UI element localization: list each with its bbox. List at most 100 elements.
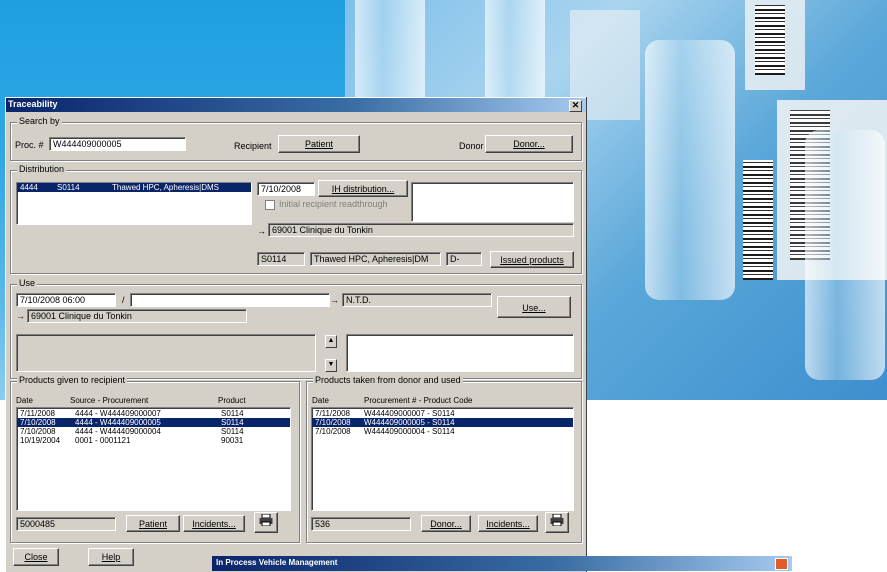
donor-search-button-label: Donor... — [513, 139, 545, 149]
use-legend: Use — [17, 278, 38, 288]
given-patient-button[interactable]: Patient — [126, 515, 180, 532]
use-comment-box — [16, 334, 316, 372]
ih-distribution-button[interactable]: IH distribution... — [318, 180, 408, 197]
taken-row-proc: W444409000005 - S0114 — [364, 418, 455, 427]
taken-row-date: 7/10/2008 — [315, 418, 351, 427]
given-count-field: 5000485 — [16, 517, 116, 531]
table-row[interactable]: 7/11/2008 4444 - W444409000007 S0114 — [17, 409, 290, 418]
table-row[interactable]: 7/10/2008 4444 - W444409000004 S0114 — [17, 427, 290, 436]
print-icon[interactable] — [545, 512, 569, 533]
use-arrow-icon: → — [330, 295, 339, 305]
help-button[interactable]: Help — [88, 548, 134, 566]
given-row-product: S0114 — [221, 427, 244, 436]
products-taken-list[interactable]: 7/11/2008 W444409000007 - S0114 7/10/200… — [311, 407, 574, 511]
given-row-date: 7/11/2008 — [20, 409, 55, 418]
recipient-label: Recipient — [234, 141, 272, 151]
issued-products-button[interactable]: Issued products — [490, 251, 574, 268]
given-header-date: Date — [16, 396, 33, 405]
distribution-suffix: D- — [446, 252, 482, 266]
distribution-product-code: S0114 — [257, 252, 305, 266]
proc-number-input[interactable]: W444409000005 — [49, 137, 186, 151]
scroll-up-icon[interactable]: ▲ — [325, 335, 337, 348]
table-row[interactable]: 7/10/2008 W444409000005 - S0114 — [312, 418, 573, 427]
distribution-row-code: 4444 — [20, 183, 38, 192]
ih-distribution-button-label: IH distribution... — [331, 184, 395, 194]
given-row-source: 4444 - W444409000007 — [75, 409, 161, 418]
search-legend: Search by — [17, 116, 62, 126]
taken-donor-button[interactable]: Donor... — [421, 515, 471, 532]
scroll-down-icon[interactable]: ▼ — [325, 359, 337, 372]
taken-header-date: Date — [312, 396, 329, 405]
use-clinic-field: 69001 Clinique du Tonkin — [27, 309, 247, 323]
distribution-list[interactable]: 4444 S0114 Thawed HPC, Apheresis|DMS — [16, 182, 252, 225]
distribution-notes-box[interactable] — [411, 182, 574, 222]
given-row-product: 90031 — [221, 436, 244, 445]
given-header-source: Source - Procurement — [70, 396, 149, 405]
title-bar[interactable]: Traceability ✕ — [6, 98, 586, 112]
page-white-area — [585, 400, 887, 571]
close-button[interactable]: Close — [13, 548, 59, 566]
given-row-product: S0114 — [221, 409, 244, 418]
second-window-close-icon[interactable] — [775, 558, 788, 570]
window-title: Traceability — [8, 99, 58, 109]
taken-header-proc: Procurement # - Product Code — [364, 396, 473, 405]
given-incidents-button[interactable]: Incidents... — [183, 515, 245, 532]
given-row-date: 7/10/2008 — [20, 427, 56, 436]
taken-row-date: 7/11/2008 — [315, 409, 350, 418]
use-result-field: N.T.D. — [342, 293, 492, 307]
distribution-legend: Distribution — [17, 164, 67, 174]
distribution-row-product: S0114 — [57, 183, 80, 192]
taken-incidents-button[interactable]: Incidents... — [478, 515, 538, 532]
given-row-product: S0114 — [221, 418, 244, 427]
taken-row-date: 7/10/2008 — [315, 427, 351, 436]
use-clinic-arrow-icon: → — [16, 311, 25, 321]
close-icon[interactable]: ✕ — [569, 100, 582, 112]
products-taken-legend: Products taken from donor and used — [313, 375, 463, 385]
use-notes-box[interactable] — [346, 334, 574, 372]
use-button[interactable]: Use... — [497, 296, 571, 318]
given-patient-button-label: Patient — [138, 519, 168, 529]
print-icon[interactable] — [254, 512, 278, 533]
taken-row-proc: W444409000004 - S0114 — [364, 427, 455, 436]
donor-label: Donor — [459, 141, 484, 151]
distribution-row-desc: Thawed HPC, Apheresis|DMS — [112, 183, 220, 192]
initial-recipient-checkbox[interactable] — [265, 200, 275, 210]
patient-search-button-label: Patient — [304, 139, 334, 149]
table-row[interactable]: 7/10/2008 4444 - W444409000005 S0114 — [17, 418, 290, 427]
given-row-source: 4444 - W444409000004 — [75, 427, 161, 436]
given-incidents-button-label: Incidents... — [192, 519, 236, 529]
given-row-date: 10/19/2004 — [20, 436, 61, 445]
table-row[interactable]: 7/11/2008 W444409000007 - S0114 — [312, 409, 573, 418]
table-row[interactable]: 7/10/2008 W444409000004 - S0114 — [312, 427, 573, 436]
use-datetime-field[interactable]: 7/10/2008 06:00 — [16, 293, 116, 307]
second-window-title: In Process Vehicle Management — [216, 558, 338, 567]
given-row-date: 7/10/2008 — [20, 418, 56, 427]
proc-label: Proc. # — [15, 140, 44, 150]
taken-donor-button-label: Donor... — [430, 519, 462, 529]
donor-search-button[interactable]: Donor... — [485, 135, 573, 153]
distribution-product-desc: Thawed HPC, Apheresis|DM — [310, 252, 441, 266]
use-location-field[interactable] — [130, 293, 330, 307]
given-header-product: Product — [218, 396, 246, 405]
initial-recipient-label: Initial recipient readthrough — [279, 199, 388, 209]
patient-search-button[interactable]: Patient — [278, 135, 360, 153]
distribution-clinic-field: 69001 Clinique du Tonkin — [268, 223, 574, 237]
given-row-source: 0001 - 0001121 — [75, 436, 131, 445]
clinic-arrow-icon: → — [257, 226, 266, 236]
distribution-row[interactable]: 4444 S0114 Thawed HPC, Apheresis|DMS — [17, 183, 251, 192]
taken-incidents-button-label: Incidents... — [486, 519, 530, 529]
close-button-label: Close — [24, 552, 48, 562]
products-given-legend: Products given to recipient — [17, 375, 128, 385]
taken-count-field: 536 — [311, 517, 411, 531]
use-slash: / — [122, 295, 125, 305]
help-button-label: Help — [101, 552, 121, 562]
issued-products-button-label: Issued products — [500, 255, 564, 265]
products-given-list[interactable]: 7/11/2008 4444 - W444409000007 S0114 7/1… — [16, 407, 291, 511]
table-row[interactable]: 10/19/2004 0001 - 0001121 90031 — [17, 436, 290, 445]
use-button-label: Use... — [522, 303, 546, 313]
taken-row-proc: W444409000007 - S0114 — [364, 409, 455, 418]
traceability-window: Traceability ✕ Search by Proc. # W444409… — [5, 97, 586, 572]
distribution-date-field[interactable]: 7/10/2008 — [257, 182, 315, 196]
second-window-titlebar[interactable]: In Process Vehicle Management — [212, 556, 792, 571]
given-row-source: 4444 - W444409000005 — [75, 418, 161, 427]
